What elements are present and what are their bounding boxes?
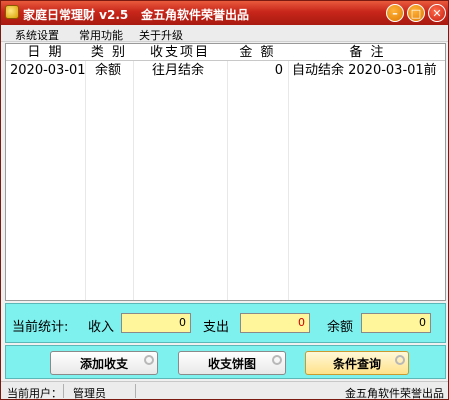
column-divider (85, 44, 86, 300)
income-label: 收入 (88, 320, 115, 335)
column-divider (288, 44, 289, 300)
close-icon[interactable]: ✕ (428, 4, 446, 22)
cell-date: 2020-03-01 (10, 63, 86, 78)
header-item[interactable]: 收支项目 (133, 44, 227, 61)
header-date[interactable]: 日 期 (6, 44, 85, 61)
balance-label: 余额 (327, 320, 354, 335)
menu-bar: 系统设置 常用功能 关于升级 (1, 25, 448, 42)
expense-value: 0 (240, 313, 310, 333)
status-divider (63, 384, 64, 398)
window-title: 家庭日常理财 v2.5 (23, 8, 129, 22)
cell-category: 余额 (95, 63, 122, 78)
pie-chart-button[interactable]: 收支饼图 (178, 351, 286, 375)
add-transaction-button[interactable]: 添加收支 (50, 351, 158, 375)
table-header: 日 期 类 别 收支项目 金 额 备 注 (6, 44, 445, 61)
maximize-icon[interactable]: □ (407, 4, 425, 22)
column-divider (133, 44, 134, 300)
table-row[interactable]: 2020-03-01 余额 往月结余 0 自动结余 2020-03-01前 (6, 62, 445, 80)
header-remark[interactable]: 备 注 (288, 44, 445, 61)
header-amount[interactable]: 金 额 (227, 44, 288, 61)
pie-chart-label: 收支饼图 (207, 356, 256, 371)
income-value: 0 (121, 313, 191, 333)
gear-icon (272, 355, 282, 365)
balance-value: 0 (361, 313, 431, 333)
gear-icon (144, 355, 154, 365)
cell-item: 往月结余 (152, 63, 205, 78)
title-bar[interactable]: 家庭日常理财 v2.5 金五角软件荣誉出品 – □ ✕ (1, 1, 448, 25)
menu-system-settings[interactable]: 系统设置 (15, 27, 59, 43)
status-divider (135, 384, 136, 398)
action-panel: 添加收支 收支饼图 条件查询 (5, 345, 446, 379)
cell-amount: 0 (274, 63, 283, 78)
app-icon (5, 5, 19, 19)
stats-panel: 当前统计: 收入 0 支出 0 余额 0 (5, 303, 446, 343)
current-user-value: 管理员 (73, 387, 106, 400)
gear-icon (395, 355, 405, 365)
records-table[interactable]: 日 期 类 别 收支项目 金 额 备 注 2020-03-01 余额 往月结余 … (5, 43, 446, 301)
window-subtitle: 金五角软件荣誉出品 (141, 8, 250, 22)
add-transaction-label: 添加收支 (79, 356, 128, 371)
status-bar: 当前用户： 管理员 金五角软件荣誉出品 (1, 381, 448, 399)
expense-label: 支出 (203, 320, 230, 335)
condition-query-label: 条件查询 (332, 356, 381, 371)
stats-label: 当前统计: (12, 320, 69, 335)
minimize-icon[interactable]: – (386, 4, 404, 22)
cell-remark: 自动结余 2020-03-01前 (292, 63, 437, 78)
condition-query-button[interactable]: 条件查询 (305, 351, 409, 375)
current-user-label: 当前用户： (7, 387, 62, 400)
vendor-text: 金五角软件荣誉出品 (345, 387, 444, 400)
menu-about-upgrade[interactable]: 关于升级 (139, 27, 183, 43)
header-category[interactable]: 类 别 (85, 44, 133, 61)
column-divider (227, 44, 228, 300)
menu-common-functions[interactable]: 常用功能 (79, 27, 123, 43)
main-window: 家庭日常理财 v2.5 金五角软件荣誉出品 – □ ✕ 系统设置 常用功能 关于… (0, 0, 449, 400)
